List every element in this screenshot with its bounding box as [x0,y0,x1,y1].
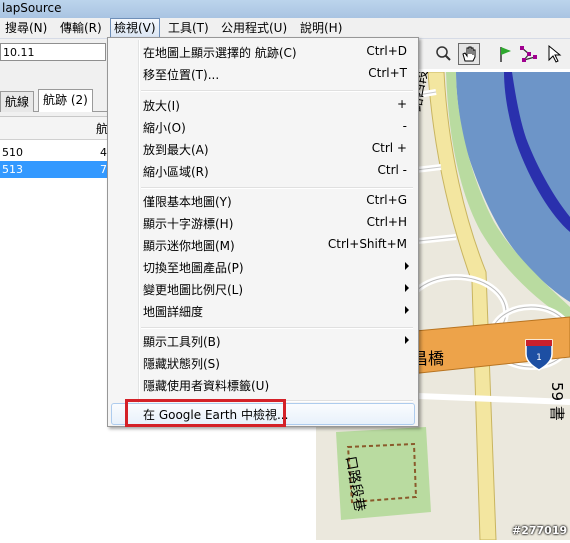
menu-item-map-scale[interactable]: 變更地圖比例尺(L) [111,278,415,300]
title-bar: lapSource [0,0,570,19]
track-list: 航 510 4 513 7 [0,116,108,541]
track-name: 513 [2,163,23,176]
menu-item-shortcut: Ctrl+Shift+M [327,237,407,251]
highlight-box [125,399,286,427]
track-value: 4 [100,146,107,159]
zoom-tool-icon[interactable] [432,43,454,65]
list-item[interactable]: 510 4 [0,144,108,161]
menu-item-shortcut: Ctrl - [377,163,408,177]
route-tool-icon[interactable] [518,43,540,65]
menu-item-label: 在地圖上顯示選擇的 航跡(C) [143,46,297,60]
track-value: 7 [100,163,107,176]
location-combo[interactable]: 10.11 [0,43,106,61]
menu-item-zoom-in[interactable]: 放大(I) + [111,94,415,116]
menu-item-label: 僅限基本地圖(Y) [143,195,232,209]
menu-item-label: 地圖詳細度 [143,305,204,319]
menu-item-show-track[interactable]: 在地圖上顯示選擇的 航跡(C) Ctrl+D [111,41,415,63]
pan-tool-icon[interactable] [458,43,480,65]
menu-item-label: 顯示迷你地圖(M) [143,239,235,253]
menu-item-label: 移至位置(T)... [143,68,220,82]
list-item[interactable]: 513 7 [0,161,108,178]
menu-item-label: 縮小區域(R) [143,165,209,179]
menu-separator [141,90,413,92]
menu-item-label: 切換至地圖產品(P) [143,261,244,275]
window-title: lapSource [2,1,62,15]
menu-item-zoom-area[interactable]: 縮小區域(R) Ctrl - [111,160,415,182]
menu-item-label: 顯示工具列(B) [143,335,221,349]
menu-item-shortcut: Ctrl + [371,141,407,155]
submenu-arrow-icon [405,336,409,344]
track-name: 510 [2,146,23,159]
menu-item-label: 隱藏狀態列(S) [143,357,220,371]
menu-view[interactable]: 檢視(V) [110,18,160,38]
menu-item-goto[interactable]: 移至位置(T)... Ctrl+T [111,63,415,85]
select-tool-icon[interactable] [544,43,566,65]
menu-item-shortcut: + [396,97,407,111]
menu-item-map-detail[interactable]: 地圖詳細度 [111,300,415,322]
menu-item-zoom-out[interactable]: 縮小(O) - [111,116,415,138]
menu-help[interactable]: 說明(H) [297,19,345,37]
menu-item-crosshair[interactable]: 顯示十字游標(H) Ctrl+H [111,212,415,234]
submenu-arrow-icon [405,284,409,292]
menu-search[interactable]: 搜尋(N) [2,19,50,37]
menu-item-minimap[interactable]: 顯示迷你地圖(M) Ctrl+Shift+M [111,234,415,256]
menu-item-show-toolbar[interactable]: 顯示工具列(B) [111,330,415,352]
menu-item-hide-statusbar[interactable]: 隱藏狀態列(S) [111,352,415,374]
tab-routes[interactable]: 航線 [0,91,35,112]
menu-separator [141,327,413,329]
menu-item-shortcut: - [402,119,407,133]
menu-separator [141,187,413,189]
watermark: #277019 [512,524,568,537]
menu-item-basemap-only[interactable]: 僅限基本地圖(Y) Ctrl+G [111,190,415,212]
menu-item-label: 縮小(O) [143,121,186,135]
waypoint-tool-icon[interactable] [494,43,516,65]
road-label: 59 書 [548,382,566,421]
menu-item-map-product[interactable]: 切換至地圖產品(P) [111,256,415,278]
submenu-arrow-icon [405,262,409,270]
menu-item-shortcut: Ctrl+G [366,193,407,207]
menu-bar: 搜尋(N) 傳輸(R) 檢視(V) 工具(T) 公用程式(U) 說明(H) [0,18,570,39]
menu-item-zoom-max[interactable]: 放到最大(A) Ctrl + [111,138,415,160]
menu-item-label: 變更地圖比例尺(L) [143,283,244,297]
menu-item-shortcut: Ctrl+H [366,215,407,229]
menu-item-label: 顯示十字游標(H) [143,217,234,231]
menu-item-label: 隱藏使用者資料標籤(U) [143,379,270,393]
tab-strip: 航線 航跡 (2) [0,89,108,112]
list-header: 航 [0,117,108,140]
submenu-arrow-icon [405,306,409,314]
menu-item-shortcut: Ctrl+T [368,66,407,80]
menu-item-shortcut: Ctrl+D [366,44,407,58]
shield-number: 1 [536,353,542,363]
tab-tracks[interactable]: 航跡 (2) [38,89,93,112]
menu-item-hide-user-labels[interactable]: 隱藏使用者資料標籤(U) [111,374,415,396]
menu-utilities[interactable]: 公用程式(U) [218,19,290,37]
view-menu: 在地圖上顯示選擇的 航跡(C) Ctrl+D 移至位置(T)... Ctrl+T… [107,37,419,427]
menu-item-label: 放大(I) [143,99,180,113]
menu-transfer[interactable]: 傳輸(R) [57,19,105,37]
menu-tools[interactable]: 工具(T) [165,19,212,37]
menu-item-label: 放到最大(A) [143,143,209,157]
